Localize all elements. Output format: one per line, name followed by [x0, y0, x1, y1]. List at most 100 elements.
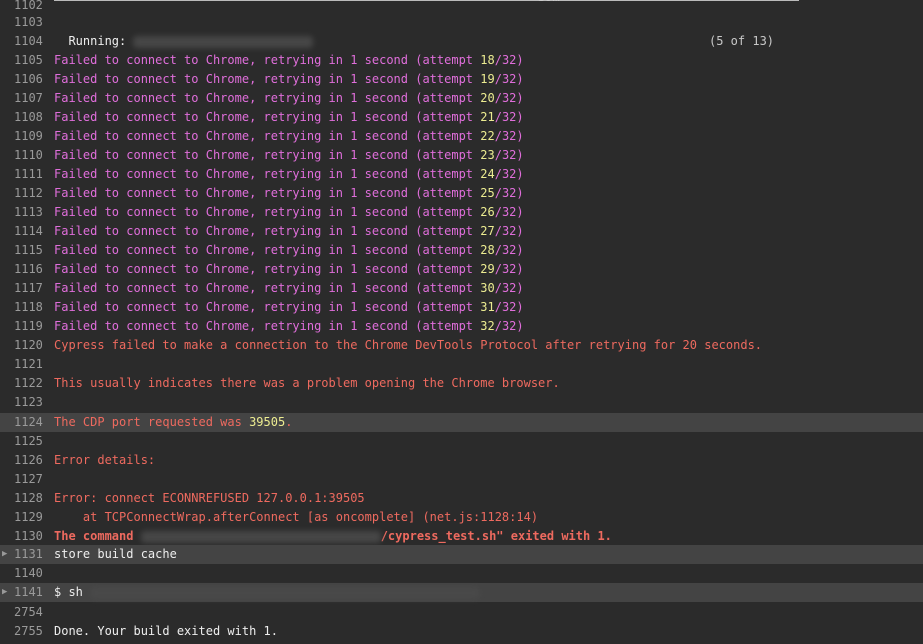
retry-attempt-number: 24 [480, 167, 495, 181]
line-number[interactable]: 1111 [14, 165, 48, 184]
retry-attempt-number: 29 [480, 262, 495, 276]
log-line: 1114 Failed to connect to Chrome, retryin… [0, 222, 923, 241]
line-number[interactable]: 1106 [14, 70, 48, 89]
log-line: 1129 at TCPConnectWrap.afterConnect [as … [0, 508, 923, 527]
line-number[interactable]: 1114 [14, 222, 48, 241]
log-line: 1108 Failed to connect to Chrome, retryin… [0, 108, 923, 127]
line-number[interactable]: 1128 [14, 489, 48, 508]
line-number[interactable]: 1110 [14, 146, 48, 165]
line-number[interactable]: 1125 [14, 432, 48, 451]
line-text: Failed to connect to Chrome, retrying in… [54, 165, 524, 184]
line-text: at TCPConnectWrap.afterConnect [as oncom… [54, 510, 539, 524]
line-number[interactable]: 1141 [14, 583, 48, 602]
log-line: 1104 Running: (5 of 13) [0, 32, 923, 51]
retry-attempt-number: 18 [480, 53, 495, 67]
log-line: 2754 [0, 603, 923, 622]
line-text: Cypress failed to make a connection to t… [54, 338, 763, 352]
expand-triangle-icon[interactable]: ▶ [2, 545, 7, 564]
line-number[interactable]: 1130 [14, 527, 48, 546]
running-label: Running: [54, 34, 134, 48]
log-line: 1119 Failed to connect to Chrome, retryin… [0, 317, 923, 336]
retry-total: /32) [494, 148, 524, 162]
retry-message: Failed to connect to Chrome, retrying in… [54, 129, 481, 143]
line-text: Error: connect ECONNREFUSED 127.0.0.1:39… [54, 491, 365, 505]
log-line[interactable]: ▶ 1131 store build cache [0, 545, 923, 564]
log-line: 1118 Failed to connect to Chrome, retryin… [0, 298, 923, 317]
retry-attempt-number: 27 [480, 224, 495, 238]
log-line: 1140 [0, 564, 923, 583]
retry-message: Failed to connect to Chrome, retrying in… [54, 186, 481, 200]
line-number[interactable]: 1120 [14, 336, 48, 355]
line-number[interactable]: 1121 [14, 355, 48, 374]
retry-attempt-number: 22 [480, 129, 495, 143]
retry-total: /32) [494, 224, 524, 238]
line-text: This usually indicates there was a probl… [54, 376, 560, 390]
log-line: 1122 This usually indicates there was a p… [0, 374, 923, 393]
line-number[interactable]: 1131 [14, 545, 48, 564]
retry-total: /32) [494, 281, 524, 295]
line-text: Running: [54, 32, 314, 51]
retry-message: Failed to connect to Chrome, retrying in… [54, 148, 481, 162]
spec-progress: (5 of 13) [709, 34, 775, 48]
retry-total: /32) [494, 205, 524, 219]
line-number[interactable]: 1122 [14, 374, 48, 393]
line-text: Failed to connect to Chrome, retrying in… [54, 241, 524, 260]
retry-attempt-number: 26 [480, 205, 495, 219]
log-line: 1112 Failed to connect to Chrome, retryin… [0, 184, 923, 203]
build-log: 110239m11031104 Running: (5 of 13)1105Fa… [0, 0, 923, 644]
redacted-command-path [140, 530, 381, 543]
redacted-spec-name [133, 35, 314, 48]
line-number[interactable]: 1115 [14, 241, 48, 260]
line-text: Failed to connect to Chrome, retrying in… [54, 51, 524, 70]
line-number[interactable]: 1105 [14, 51, 48, 70]
line-text: Done. Your build exited with 1. [54, 624, 278, 638]
log-line[interactable]: ▶ 1141 $ sh [0, 583, 923, 602]
line-number[interactable]: 1113 [14, 203, 48, 222]
retry-total: /32) [494, 72, 524, 86]
line-number[interactable]: 1108 [14, 108, 48, 127]
line-number[interactable]: 2755 [14, 622, 48, 641]
log-line: 1107 Failed to connect to Chrome, retryin… [0, 89, 923, 108]
retry-attempt-number: 19 [480, 72, 495, 86]
log-line: 1128 Error: connect ECONNREFUSED 127.0.0.… [0, 489, 923, 508]
line-number[interactable]: 2754 [14, 603, 48, 622]
expand-triangle-icon[interactable]: ▶ [2, 583, 7, 602]
log-line: 1105 Failed to connect to Chrome, retryin… [0, 51, 923, 70]
command-exit-message: /cypress_test.sh" exited with 1. [380, 529, 612, 543]
retry-total: /32) [494, 110, 524, 124]
line-number[interactable]: 1123 [14, 393, 48, 412]
line-number[interactable]: 1112 [14, 184, 48, 203]
line-number[interactable]: 1118 [14, 298, 48, 317]
line-number[interactable]: 1129 [14, 508, 48, 527]
line-number[interactable]: 1126 [14, 451, 48, 470]
line-number[interactable]: 1103 [14, 13, 48, 32]
line-number[interactable]: 1124 [14, 413, 48, 432]
log-line: 1115 Failed to connect to Chrome, retryin… [0, 241, 923, 260]
cdp-port-number: 39505 [249, 415, 286, 429]
retry-message: Failed to connect to Chrome, retrying in… [54, 91, 481, 105]
line-number[interactable]: 1127 [14, 470, 48, 489]
retry-message: Failed to connect to Chrome, retrying in… [54, 243, 481, 257]
line-number[interactable]: 1116 [14, 260, 48, 279]
line-number[interactable]: 1109 [14, 127, 48, 146]
log-line: 1111 Failed to connect to Chrome, retryin… [0, 165, 923, 184]
retry-message: Failed to connect to Chrome, retrying in… [54, 167, 481, 181]
log-line: 1106 Failed to connect to Chrome, retryin… [0, 70, 923, 89]
retry-total: /32) [494, 243, 524, 257]
retry-total: /32) [494, 262, 524, 276]
retry-attempt-number: 28 [480, 243, 495, 257]
retry-total: /32) [494, 91, 524, 105]
retry-attempt-number: 30 [480, 281, 495, 295]
retry-total: /32) [494, 129, 524, 143]
log-line: 1109 Failed to connect to Chrome, retryin… [0, 127, 923, 146]
log-line: 1117 Failed to connect to Chrome, retryin… [0, 279, 923, 298]
retry-message: Failed to connect to Chrome, retrying in… [54, 110, 481, 124]
line-number[interactable]: 1119 [14, 317, 48, 336]
line-number[interactable]: 1104 [14, 32, 48, 51]
line-number[interactable]: 1140 [14, 564, 48, 583]
log-line: 1103 [0, 13, 923, 32]
line-number[interactable]: 1107 [14, 89, 48, 108]
retry-attempt-number: 32 [480, 319, 495, 333]
line-text: The command /cypress_test.sh" exited wit… [54, 527, 612, 546]
line-number[interactable]: 1117 [14, 279, 48, 298]
